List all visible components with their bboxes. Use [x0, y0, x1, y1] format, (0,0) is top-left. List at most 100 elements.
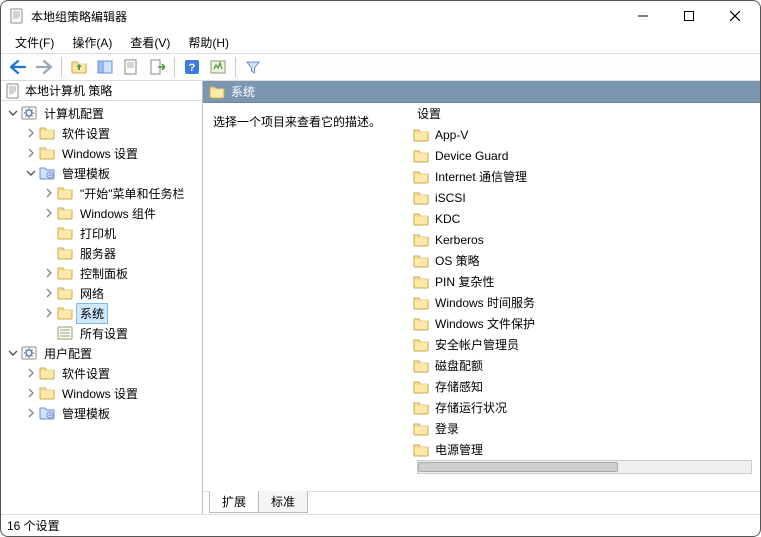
up-button[interactable] [66, 55, 92, 79]
folder-icon [57, 225, 73, 241]
list-item[interactable]: App-V [409, 124, 760, 145]
tab-standard[interactable]: 标准 [258, 491, 308, 513]
list-item-label: KDC [435, 212, 460, 226]
tree-item-printers[interactable]: 打印机 [1, 223, 202, 243]
list-item-label: Kerberos [435, 233, 484, 247]
list-item[interactable]: Windows 时间服务 [409, 292, 760, 313]
chevron-right-icon[interactable] [43, 207, 55, 219]
list-item-label: Internet 通信管理 [435, 168, 527, 185]
tree-item-windows-components[interactable]: Windows 组件 [1, 203, 202, 223]
tree-item-all-settings[interactable]: 所有设置 [1, 323, 202, 343]
content-header: 系统 [203, 81, 760, 103]
tree-item-server[interactable]: 服务器 [1, 243, 202, 263]
list-item[interactable]: iSCSI [409, 187, 760, 208]
show-hide-tree-button[interactable] [92, 55, 118, 79]
tree-item-label: 打印机 [76, 223, 120, 244]
window-title: 本地组策略编辑器 [31, 8, 620, 25]
tree-item-start-taskbar[interactable]: "开始"菜单和任务栏 [1, 183, 202, 203]
list-item[interactable]: 登录 [409, 418, 760, 439]
expander-none [43, 247, 55, 259]
list-item[interactable]: 磁盘配额 [409, 355, 760, 376]
help-button[interactable]: ? [179, 55, 205, 79]
scrollbar-thumb[interactable] [418, 462, 618, 472]
chevron-right-icon[interactable] [43, 267, 55, 279]
tree-header[interactable]: 本地计算机 策略 [1, 81, 202, 101]
chevron-right-icon[interactable] [43, 307, 55, 319]
menu-file[interactable]: 文件(F) [7, 32, 62, 53]
export-button[interactable] [144, 55, 170, 79]
tree-item-software-settings[interactable]: 软件设置 [1, 123, 202, 143]
list-item[interactable]: Kerberos [409, 229, 760, 250]
list-item[interactable]: OS 策略 [409, 250, 760, 271]
folder-icon [413, 253, 429, 269]
folder-icon [413, 400, 429, 416]
chevron-right-icon[interactable] [25, 387, 37, 399]
expander-none [43, 327, 55, 339]
folder-icon [57, 285, 73, 301]
chevron-down-icon[interactable] [7, 347, 19, 359]
list-item[interactable]: Internet 通信管理 [409, 166, 760, 187]
list-item[interactable]: KDC [409, 208, 760, 229]
horizontal-scrollbar[interactable] [417, 460, 752, 474]
chevron-right-icon[interactable] [43, 187, 55, 199]
list-item[interactable]: 存储运行状况 [409, 397, 760, 418]
list-item[interactable]: 安全帐户管理员 [409, 334, 760, 355]
folder-icon [57, 265, 73, 281]
statusbar: 16 个设置 [1, 514, 760, 536]
list-item[interactable]: 存储感知 [409, 376, 760, 397]
tree-item-computer-cfg[interactable]: 计算机配置 [1, 103, 202, 123]
folder-icon [413, 274, 429, 290]
items-list[interactable]: 设置 App-V Device Guard Internet 通信管理 iSCSI KDC… [409, 103, 760, 491]
list-item[interactable]: 设置 [409, 103, 760, 124]
tree-item-control-panel[interactable]: 控制面板 [1, 263, 202, 283]
list-item-label: OS 策略 [435, 252, 480, 269]
tab-extended[interactable]: 扩展 [209, 491, 259, 513]
menu-action[interactable]: 操作(A) [64, 32, 120, 53]
chevron-right-icon[interactable] [25, 367, 37, 379]
close-button[interactable] [712, 1, 758, 31]
minimize-button[interactable] [620, 1, 666, 31]
list-item[interactable]: PIN 复杂性 [409, 271, 760, 292]
filter-button[interactable] [240, 55, 266, 79]
tree-item-admin-templates[interactable]: 管理模板 [1, 163, 202, 183]
app-icon [9, 8, 25, 24]
list-item[interactable]: Windows 文件保护 [409, 313, 760, 334]
chevron-down-icon[interactable] [25, 167, 37, 179]
tree-item-windows-settings[interactable]: Windows 设置 [1, 143, 202, 163]
tree-pane: 本地计算机 策略 计算机配置软件设置Windows 设置管理模板"开始"菜单和任… [1, 81, 203, 514]
chevron-right-icon[interactable] [25, 407, 37, 419]
tree-item-network[interactable]: 网络 [1, 283, 202, 303]
chevron-right-icon[interactable] [25, 127, 37, 139]
properties-button[interactable] [118, 55, 144, 79]
tree-item-u-windows-settings[interactable]: Windows 设置 [1, 383, 202, 403]
maximize-button[interactable] [666, 1, 712, 31]
tree-item-u-software-settings[interactable]: 软件设置 [1, 363, 202, 383]
menu-help[interactable]: 帮助(H) [180, 32, 237, 53]
tree-item-label: 计算机配置 [40, 103, 108, 124]
tree-item-user-cfg[interactable]: 用户配置 [1, 343, 202, 363]
chevron-down-icon[interactable] [7, 107, 19, 119]
tree-item-label: 用户配置 [40, 343, 96, 364]
tree-item-label: 软件设置 [58, 363, 114, 384]
folder-icon [57, 305, 73, 321]
list-item-label: App-V [435, 128, 468, 142]
forward-button[interactable] [31, 55, 57, 79]
back-button[interactable] [5, 55, 31, 79]
folder-icon [413, 379, 429, 395]
chevron-right-icon[interactable] [43, 287, 55, 299]
menu-view[interactable]: 查看(V) [122, 32, 178, 53]
list-item[interactable]: Device Guard [409, 145, 760, 166]
list-item-label: 存储运行状况 [435, 399, 507, 416]
tree-item-u-admin-templates[interactable]: 管理模板 [1, 403, 202, 423]
chevron-right-icon[interactable] [25, 147, 37, 159]
tree-item-label: 管理模板 [58, 163, 114, 184]
tree-item-system[interactable]: 系统 [1, 303, 202, 323]
refresh-button[interactable] [205, 55, 231, 79]
folder-blue-icon [39, 405, 55, 421]
titlebar: 本地组策略编辑器 [1, 1, 760, 31]
list-item[interactable]: 电源管理 [409, 439, 760, 460]
app-window: 本地组策略编辑器 文件(F) 操作(A) 查看(V) 帮助(H) [0, 0, 761, 537]
tree-body[interactable]: 计算机配置软件设置Windows 设置管理模板"开始"菜单和任务栏Windows… [1, 101, 202, 514]
root-doc-icon [5, 83, 21, 99]
content-title: 系统 [231, 83, 255, 100]
